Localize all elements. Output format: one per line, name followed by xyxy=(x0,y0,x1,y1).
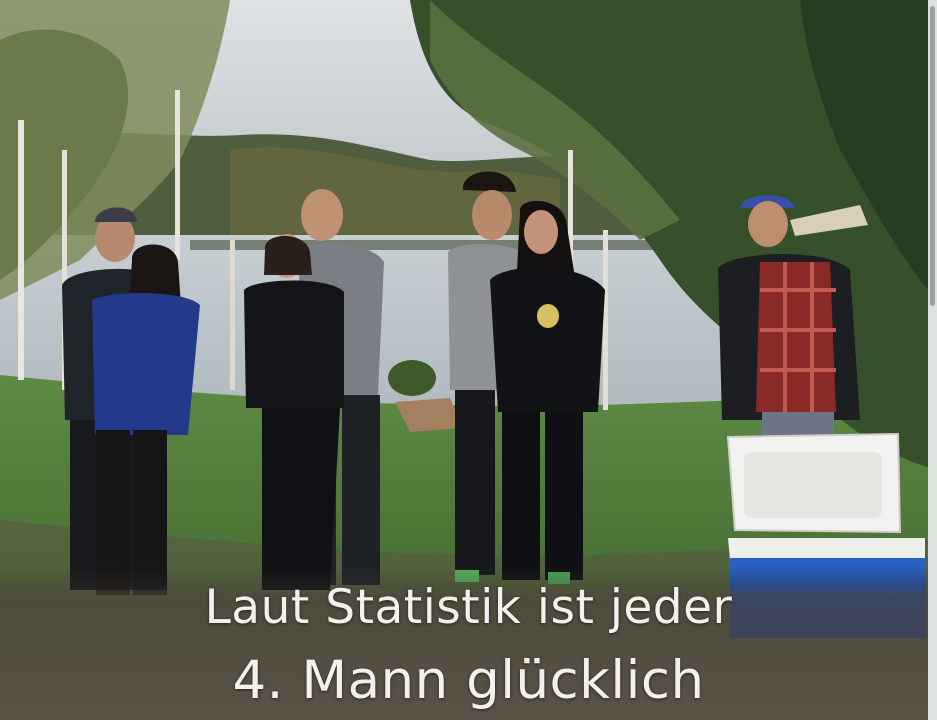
caption-line-1: Laut Statistik ist jeder xyxy=(204,580,733,635)
couple-2 xyxy=(244,189,384,590)
scrollbar[interactable] xyxy=(928,0,937,720)
meme-image: Laut Statistik ist jeder 4. Mann glückli… xyxy=(0,0,937,720)
caption-line-2: 4. Mann glücklich xyxy=(232,650,705,711)
scrollbar-thumb[interactable] xyxy=(930,6,935,306)
bush xyxy=(388,360,436,396)
